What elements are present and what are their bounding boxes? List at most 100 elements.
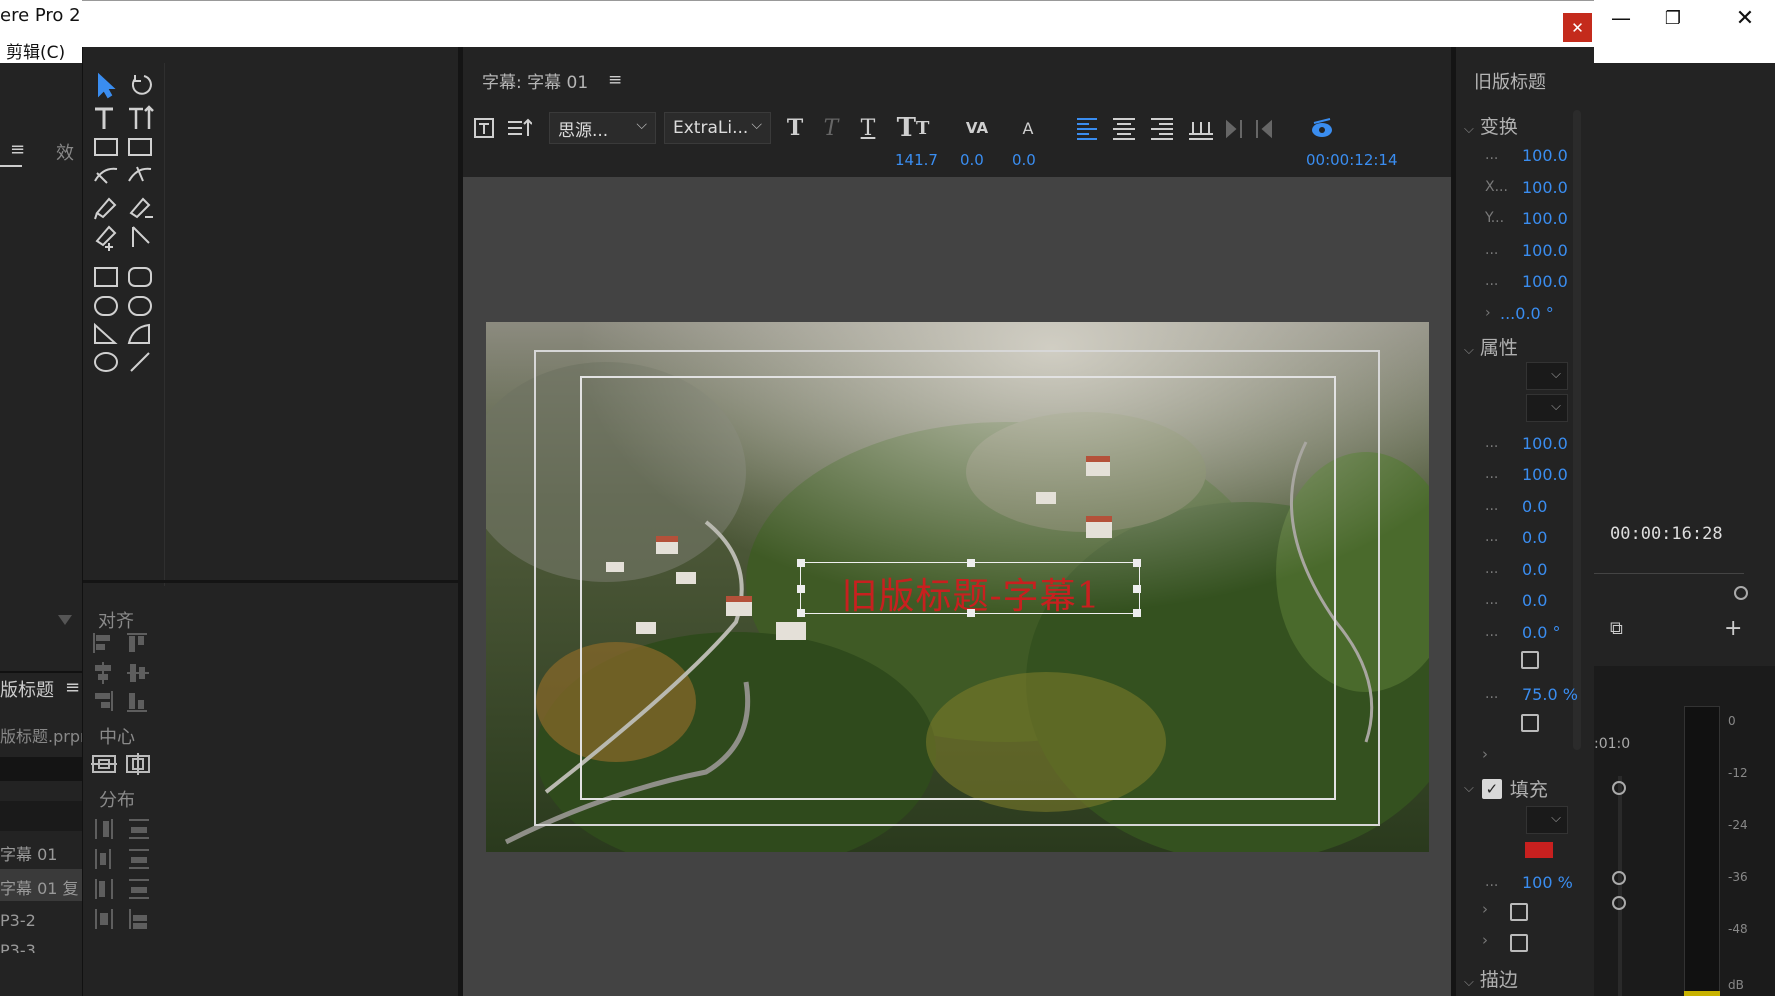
scroll-handle[interactable] <box>1612 896 1626 910</box>
export-frame-icon[interactable]: ⧉ <box>1610 618 1623 639</box>
list-item[interactable]: 字幕 01 复 <box>0 875 79 899</box>
chevron-down-icon: ⌵ <box>1464 343 1474 358</box>
italic-icon[interactable]: T <box>816 112 846 144</box>
kerning-value[interactable]: 0.0 <box>960 151 984 169</box>
chevron-down-icon: ⌵ <box>636 117 647 133</box>
resize-handle[interactable] <box>797 559 805 567</box>
leading-value[interactable]: 0.0 <box>1012 151 1036 169</box>
scroll-handle[interactable] <box>1612 871 1626 885</box>
leading-prop-value[interactable]: 0.0 <box>1522 497 1547 516</box>
scroll-handle[interactable] <box>1612 781 1626 795</box>
leading-icon[interactable]: A <box>1013 112 1043 144</box>
small-caps-checkbox[interactable] <box>1521 651 1539 669</box>
rotation-value[interactable]: ...0.0 ° <box>1500 304 1554 323</box>
distribute-top-icon <box>129 819 149 839</box>
attributes-label: 属性 <box>1479 337 1518 359</box>
add-button-icon[interactable]: + <box>1724 616 1742 641</box>
left-menu-icon[interactable]: ≡ <box>10 139 25 160</box>
kerning-icon[interactable]: VA <box>960 112 994 144</box>
resize-handle[interactable] <box>967 559 975 567</box>
convert-anchor-tool-icon <box>132 226 150 247</box>
font-style-select[interactable]: ExtraLi... ⌵ <box>664 112 771 144</box>
height-value[interactable]: 100.0 <box>1522 272 1568 291</box>
close-window-button[interactable]: ✕ <box>1717 0 1773 36</box>
align-center-text-icon <box>1113 118 1135 140</box>
attr-row: ... 100.0 <box>1485 433 1568 453</box>
x-position-value[interactable]: 100.0 <box>1522 178 1568 197</box>
program-timecode[interactable]: 00:00:16:28 <box>1610 524 1723 544</box>
titles-menu-icon[interactable]: ≡ <box>65 677 80 698</box>
zoom-handle[interactable] <box>1734 586 1748 600</box>
paragraph-rtl-icon <box>1256 119 1272 139</box>
chevron-right-icon[interactable]: › <box>1482 931 1488 949</box>
attributes-section[interactable]: ⌵ 属性 <box>1464 333 1518 360</box>
transform-section[interactable]: ⌵ 变换 <box>1464 112 1518 139</box>
ruler-time: :01:0 <box>1594 736 1631 752</box>
align-right-text-icon <box>1151 118 1173 140</box>
underline-checkbox[interactable] <box>1521 714 1539 732</box>
resize-handle[interactable] <box>797 609 805 617</box>
fill-section[interactable]: ⌵ ✓ 填充 <box>1464 775 1548 802</box>
resize-handle[interactable] <box>1133 585 1141 593</box>
chevron-down-icon: ⌵ <box>1464 781 1474 796</box>
show-background-video-icon[interactable] <box>1307 112 1337 144</box>
titles-tab[interactable]: 版标题 <box>0 676 54 702</box>
roll-crawl-icon[interactable] <box>503 112 535 144</box>
resize-handle[interactable] <box>797 585 805 593</box>
rectangle-tool-icon <box>94 267 118 287</box>
opacity-value[interactable]: 100.0 <box>1522 146 1568 165</box>
resize-handle[interactable] <box>1133 559 1141 567</box>
fill-opacity-value[interactable]: 100 % <box>1522 873 1573 892</box>
align-bottom-icon <box>127 693 147 712</box>
rounded-rectangle-tool-icon <box>128 267 152 287</box>
resize-handle[interactable] <box>967 609 975 617</box>
baseline-shift-value[interactable]: 0.0 <box>1522 591 1547 610</box>
aspect-value[interactable]: 100.0 <box>1522 465 1568 484</box>
attr-select[interactable]: ⌵ <box>1526 362 1568 390</box>
list-item[interactable]: P3-2 <box>0 911 36 930</box>
dialog-close-button[interactable]: ✕ <box>1563 13 1592 42</box>
fill-type-select[interactable]: ⌵ <box>1526 806 1568 834</box>
wedge-tool-icon <box>94 322 118 344</box>
scroll-down-icon[interactable] <box>58 615 72 625</box>
chevron-right-icon[interactable]: › <box>1482 745 1488 763</box>
x-row: X... 100.0 <box>1485 177 1568 197</box>
text-box[interactable]: 旧版标题-字幕1 <box>797 559 1141 617</box>
stroke-section[interactable]: ⌵ 描边 <box>1464 965 1518 992</box>
texture-checkbox[interactable] <box>1510 934 1528 952</box>
font-family-select[interactable]: 思源... ⌵ <box>549 112 656 144</box>
font-size-prop-value[interactable]: 100.0 <box>1522 434 1568 453</box>
y-position-value[interactable]: 100.0 <box>1522 209 1568 228</box>
editor-menu-icon[interactable]: ≡ <box>608 70 622 90</box>
small-caps-size-value[interactable]: 75.0 % <box>1522 685 1578 704</box>
effects-tab[interactable]: 效 <box>56 139 74 165</box>
chevron-right-icon: › <box>1485 305 1491 321</box>
fill-color-swatch[interactable] <box>1525 842 1553 858</box>
sheen-checkbox[interactable] <box>1510 903 1528 921</box>
bold-icon[interactable]: T <box>780 112 810 144</box>
kerning-prop-value[interactable]: 0.0 <box>1522 528 1547 547</box>
width-value[interactable]: 100.0 <box>1522 241 1568 260</box>
slant-value[interactable]: 0.0 ° <box>1522 623 1561 642</box>
list-item[interactable]: P3-3 <box>0 941 36 953</box>
underline-icon[interactable]: T <box>853 112 883 144</box>
menu-edit[interactable]: 剪辑(C) <box>6 38 65 63</box>
background-timecode[interactable]: 00:00:12:14 <box>1306 151 1398 169</box>
restore-button[interactable]: ❐ <box>1645 0 1701 36</box>
search-bar[interactable] <box>0 757 82 781</box>
app-title: ere Pro 2( <box>0 5 88 26</box>
resize-handle[interactable] <box>1133 609 1141 617</box>
tracking-value[interactable]: 0.0 <box>1522 560 1547 579</box>
minimize-button[interactable]: — <box>1593 0 1649 36</box>
font-size-value[interactable]: 141.7 <box>895 151 938 169</box>
track-scroll[interactable] <box>1618 776 1622 996</box>
fill-checkbox[interactable]: ✓ <box>1481 778 1502 799</box>
opacity-row: ... 100.0 <box>1485 145 1568 165</box>
attr-select[interactable]: ⌵ <box>1526 394 1568 422</box>
font-size-icon[interactable]: TT <box>895 112 931 144</box>
chevron-right-icon[interactable]: › <box>1482 900 1488 918</box>
ellipse-tool-icon <box>94 352 118 372</box>
templates-icon[interactable] <box>470 112 498 144</box>
list-item[interactable]: 字幕 01 <box>0 841 57 865</box>
meter-tick: 0 <box>1728 714 1736 728</box>
